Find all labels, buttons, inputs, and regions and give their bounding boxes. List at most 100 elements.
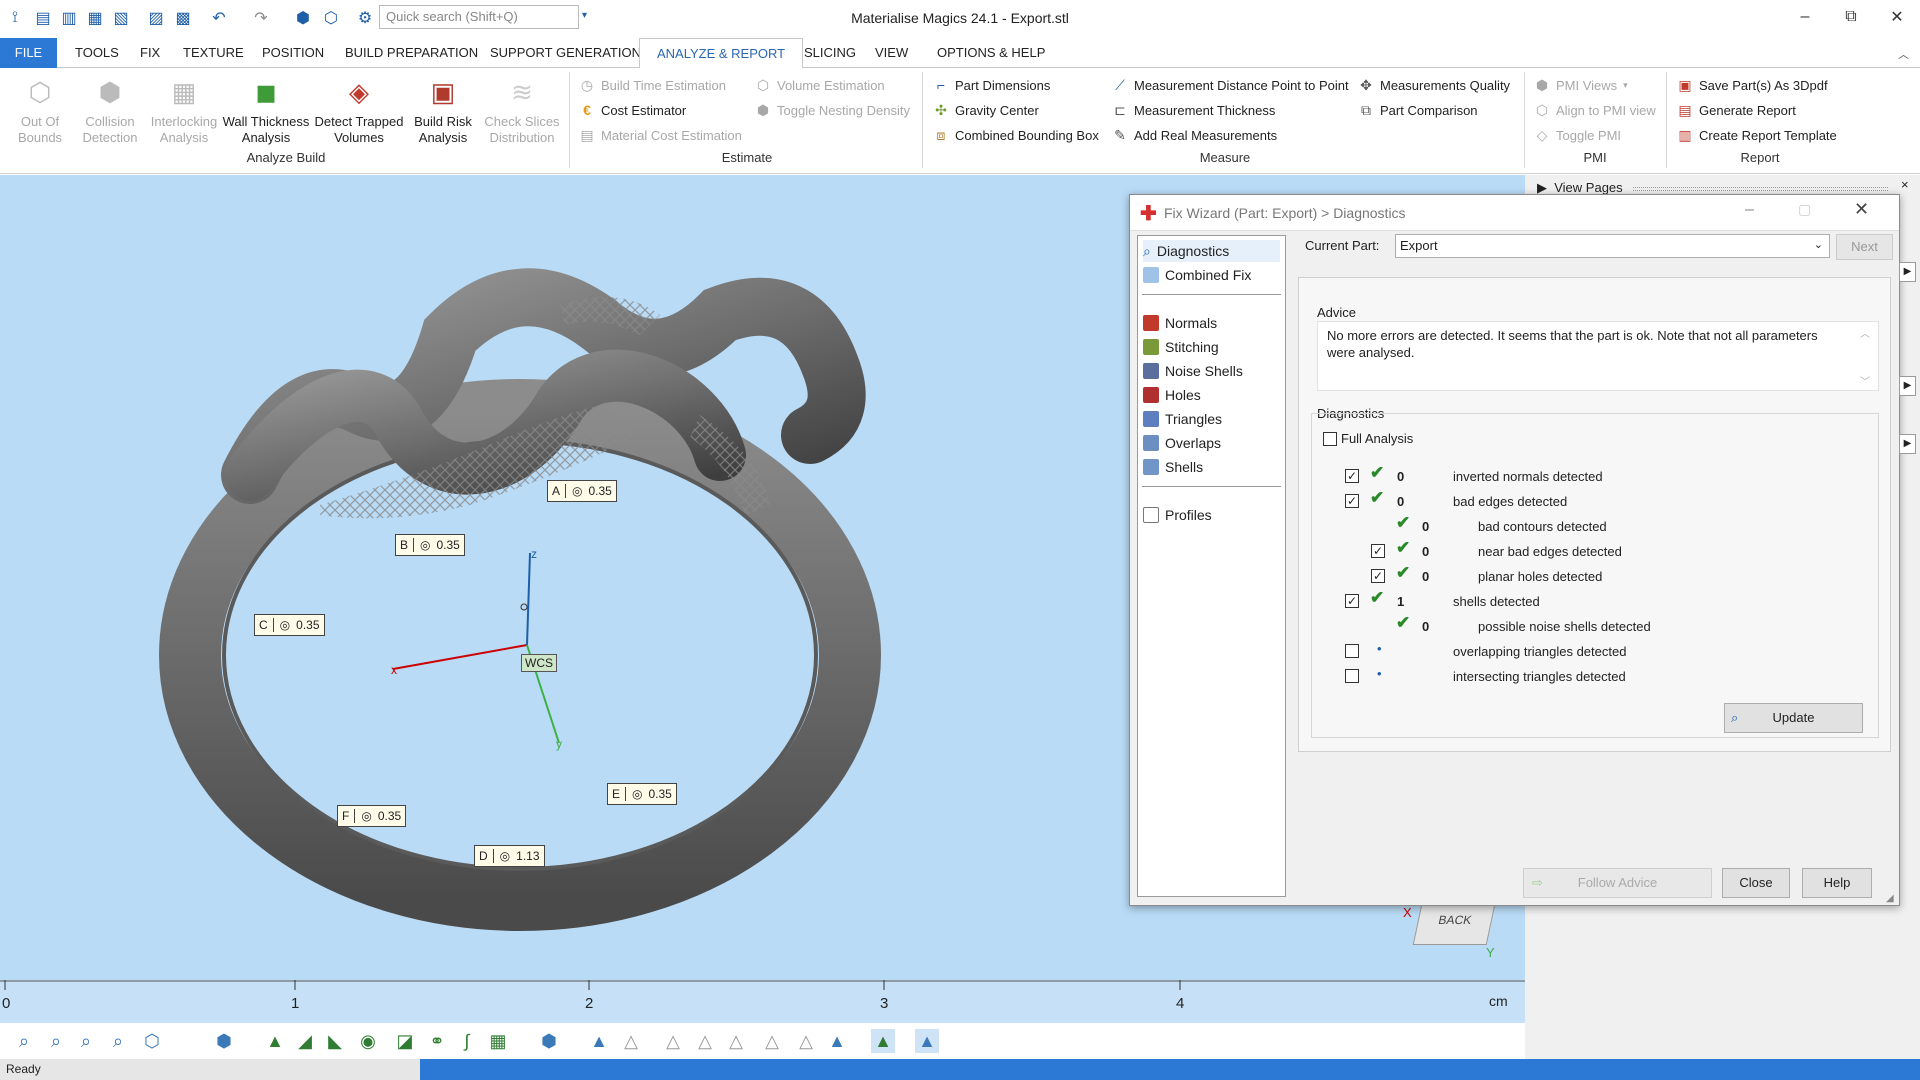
- full-analysis-checkbox[interactable]: [1323, 432, 1337, 446]
- save-icon[interactable]: ▦: [84, 7, 106, 29]
- undo-icon[interactable]: ↶: [208, 7, 230, 29]
- align-to-pmi-view-button[interactable]: ⬡ Align to PMI view: [1533, 99, 1656, 121]
- wall-thickness-analysis-button[interactable]: ◼ Wall Thickness Analysis: [222, 74, 310, 146]
- diag-checkbox-intersecting[interactable]: [1345, 669, 1359, 683]
- nav-noise-shells[interactable]: Noise Shells: [1143, 360, 1243, 382]
- plane-mode-icon[interactable]: △: [794, 1029, 818, 1053]
- panel-close-icon[interactable]: ×: [1901, 177, 1909, 192]
- tab-fix[interactable]: FIX: [138, 38, 162, 68]
- part-dimensions-button[interactable]: ⌐ Part Dimensions: [932, 74, 1050, 96]
- restore-button[interactable]: ⧉: [1828, 0, 1874, 34]
- side-arrow-icon[interactable]: ▶: [1899, 376, 1916, 396]
- side-arrow-icon[interactable]: ▶: [1899, 262, 1916, 282]
- view-cube-icon[interactable]: ⬡: [140, 1029, 164, 1053]
- customize-toolbar-icon[interactable]: ▾: [582, 10, 587, 21]
- material-cost-estimation-button[interactable]: ▤ Material Cost Estimation: [578, 124, 742, 146]
- close-button[interactable]: Close: [1722, 868, 1790, 898]
- detect-trapped-volumes-button[interactable]: ◈ Detect Trapped Volumes: [312, 74, 406, 146]
- add-real-measurements-button[interactable]: ✎ Add Real Measurements: [1111, 124, 1277, 146]
- measure-label-b[interactable]: B ◎ 0.35: [395, 534, 465, 556]
- redo-icon[interactable]: ↷: [250, 7, 272, 29]
- collision-detection-button[interactable]: ⬢ Collision Detection: [78, 74, 142, 146]
- open-icon[interactable]: ▥: [58, 7, 80, 29]
- update-button[interactable]: ⌕ Update: [1724, 703, 1863, 733]
- measurement-distance-button[interactable]: ⟋ Measurement Distance Point to Point: [1111, 74, 1349, 96]
- part-comparison-button[interactable]: ⧉ Part Comparison: [1357, 99, 1478, 121]
- shell-mode-icon[interactable]: △: [760, 1029, 784, 1053]
- quick-search-input[interactable]: Quick search (Shift+Q): [379, 5, 579, 29]
- measure-label-f[interactable]: F ◎ 0.35: [337, 805, 407, 827]
- point-mode-icon[interactable]: △: [661, 1029, 685, 1053]
- export-icon[interactable]: ▩: [172, 7, 194, 29]
- active-triangle-tool-icon[interactable]: ▲: [871, 1029, 895, 1053]
- diag-checkbox-overlapping[interactable]: [1345, 644, 1359, 658]
- toggle-nesting-density-button[interactable]: ⬢ Toggle Nesting Density: [754, 99, 910, 121]
- dialog-minimize-button[interactable]: –: [1745, 201, 1754, 219]
- nav-stitching[interactable]: Stitching: [1143, 336, 1219, 358]
- contour-mode-icon[interactable]: △: [693, 1029, 717, 1053]
- tab-build-preparation[interactable]: BUILD PREPARATION: [343, 38, 480, 68]
- plane-tool-icon[interactable]: ◪: [393, 1029, 417, 1053]
- measurement-thickness-button[interactable]: ⊏ Measurement Thickness: [1111, 99, 1275, 121]
- save-3dpdf-button[interactable]: ▣ Save Part(s) As 3Dpdf: [1676, 74, 1827, 96]
- collapse-ribbon-icon[interactable]: ︿: [1898, 46, 1909, 62]
- current-part-select[interactable]: Export ⌄: [1395, 234, 1830, 258]
- nav-shells[interactable]: Shells: [1143, 456, 1203, 478]
- part-icon[interactable]: ⬢: [292, 7, 314, 29]
- zoom-fit-icon[interactable]: ⌕: [74, 1029, 98, 1053]
- out-of-bounds-button[interactable]: ⬡ Out Of Bounds: [10, 74, 70, 146]
- create-report-template-button[interactable]: ▥ Create Report Template: [1676, 124, 1836, 146]
- new-file-icon[interactable]: ▤: [32, 7, 54, 29]
- active-marker-tool-icon[interactable]: ▲: [915, 1029, 939, 1053]
- part-select-icon[interactable]: ⬢: [537, 1029, 561, 1053]
- nav-normals[interactable]: Normals: [1143, 312, 1217, 334]
- minimize-button[interactable]: –: [1782, 0, 1828, 34]
- surface-mode-icon[interactable]: △: [724, 1029, 748, 1053]
- panel-grip[interactable]: [1633, 187, 1888, 191]
- scroll-down-icon[interactable]: ﹀: [1860, 373, 1870, 388]
- tab-texture[interactable]: TEXTURE: [181, 38, 246, 68]
- nav-combined-fix[interactable]: Combined Fix: [1143, 264, 1251, 286]
- tab-options-help[interactable]: OPTIONS & HELP: [935, 38, 1047, 68]
- volume-estimation-button[interactable]: ⬡ Volume Estimation: [754, 74, 885, 96]
- pmi-views-button[interactable]: ⬢ PMI Views ▾: [1533, 74, 1628, 96]
- build-risk-analysis-button[interactable]: ▣ Build Risk Analysis: [410, 74, 476, 146]
- measure-label-c[interactable]: C ◎ 0.35: [254, 614, 325, 636]
- nav-profiles[interactable]: Profiles: [1143, 504, 1212, 526]
- gravity-center-button[interactable]: ✣ Gravity Center: [932, 99, 1039, 121]
- link-tool-icon[interactable]: ⚭: [425, 1029, 449, 1053]
- shell-tool-icon[interactable]: ◉: [356, 1029, 380, 1053]
- surface-tool-icon[interactable]: ◣: [323, 1029, 347, 1053]
- triangle-mode-icon[interactable]: ▲: [587, 1029, 611, 1053]
- interlocking-analysis-button[interactable]: ▦ Interlocking Analysis: [148, 74, 220, 146]
- close-window-button[interactable]: ✕: [1874, 0, 1920, 34]
- dialog-maximize-button[interactable]: ▢: [1798, 201, 1811, 218]
- terrain-tool-icon[interactable]: ▦: [486, 1029, 510, 1053]
- select-mode-icon[interactable]: ▲: [825, 1029, 849, 1053]
- diag-checkbox-shells[interactable]: ✓: [1345, 594, 1359, 608]
- arrow-tool-icon[interactable]: ▲: [263, 1029, 287, 1053]
- tab-view[interactable]: VIEW: [873, 38, 910, 68]
- next-button[interactable]: Next: [1836, 234, 1893, 260]
- shaded-view-icon[interactable]: ⬢: [212, 1029, 236, 1053]
- diag-checkbox-inverted-normals[interactable]: ✓: [1345, 469, 1359, 483]
- measure-label-a[interactable]: A ◎ 0.35: [547, 480, 617, 502]
- nav-holes[interactable]: Holes: [1143, 384, 1201, 406]
- follow-advice-button[interactable]: ⇨ Follow Advice: [1523, 868, 1712, 898]
- cost-estimator-button[interactable]: € Cost Estimator: [578, 99, 686, 121]
- measure-label-e[interactable]: E ◎ 0.35: [607, 783, 677, 805]
- zoom-window-icon[interactable]: ⌕: [44, 1029, 68, 1053]
- settings-icon[interactable]: ⚙: [354, 7, 376, 29]
- tab-file[interactable]: FILE: [0, 38, 57, 68]
- side-arrow-icon[interactable]: ▶: [1899, 434, 1916, 454]
- remove-part-icon[interactable]: ⬡: [320, 7, 342, 29]
- import-icon[interactable]: ▨: [145, 7, 167, 29]
- scroll-up-icon[interactable]: ︿: [1860, 325, 1870, 340]
- tab-support-generation[interactable]: SUPPORT GENERATION: [488, 38, 643, 68]
- build-time-estimation-button[interactable]: ◷ Build Time Estimation: [578, 74, 726, 96]
- measure-label-d[interactable]: D ◎ 1.13: [474, 845, 545, 867]
- toggle-pmi-button[interactable]: ◇ Toggle PMI: [1533, 124, 1621, 146]
- section-tool-icon[interactable]: ◢: [293, 1029, 317, 1053]
- generate-report-button[interactable]: ▤ Generate Report: [1676, 99, 1795, 121]
- path-tool-icon[interactable]: ∫: [455, 1029, 479, 1053]
